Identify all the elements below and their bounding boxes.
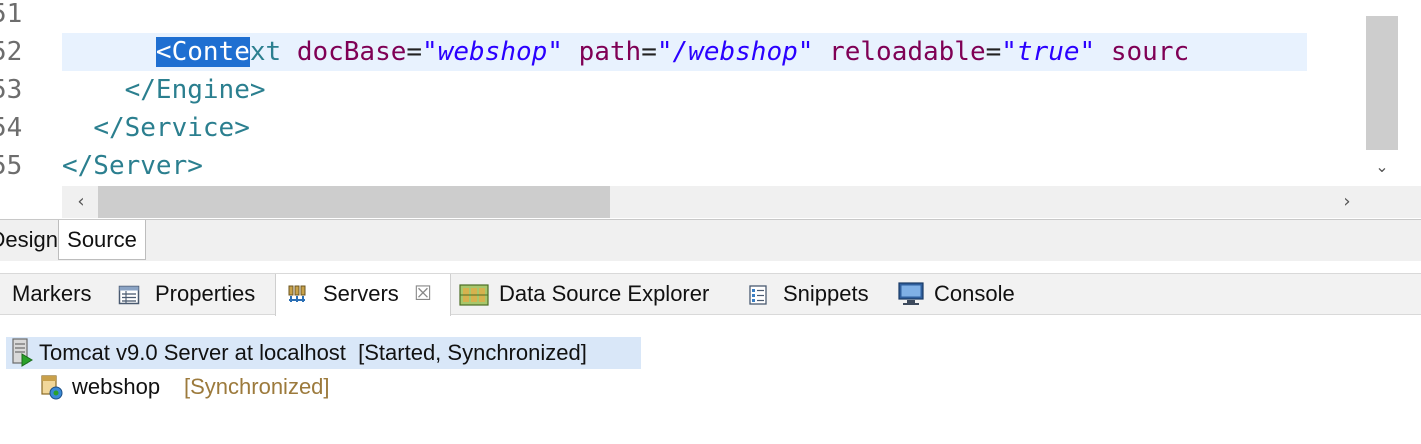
line-number: 55 [0, 151, 23, 181]
module-name[interactable]: webshop [72, 371, 160, 403]
code-token: "true" [1001, 37, 1096, 67]
scroll-left-icon[interactable]: ‹ [70, 190, 92, 214]
line-number: 54 [0, 113, 23, 143]
code-token: "webshop" [422, 37, 563, 67]
horizontal-scrollbar-thumb[interactable] [98, 186, 610, 218]
code-line[interactable]: </Service> [62, 109, 250, 147]
code-token: sourc [1110, 37, 1190, 67]
console-icon [898, 282, 924, 305]
scroll-down-icon[interactable]: ⌄ [1371, 156, 1393, 178]
snippets-icon [749, 285, 767, 305]
close-tab-icon[interactable]: ☒ [414, 274, 432, 314]
server-label[interactable]: Tomcat v9.0 Server at localhost [Started… [39, 337, 587, 369]
code-token: reloadable [829, 37, 986, 67]
line-number: 53 [0, 75, 23, 105]
code-line[interactable]: <Context docBase="webshop" path="/websho… [62, 33, 1189, 71]
module-sync-status: [Synchronized] [184, 374, 330, 399]
line-number: 52 [0, 37, 23, 67]
tab-console[interactable]: Console [886, 274, 1036, 315]
tab-servers[interactable]: Servers ☒ [275, 274, 451, 316]
selected-code-token: <Conte [155, 37, 250, 67]
code-token: path [578, 37, 642, 67]
code-line[interactable]: </Server> [62, 147, 203, 185]
data-source-explorer-icon [459, 284, 489, 306]
tab-label: Servers [323, 281, 399, 306]
tab-label: Properties [155, 281, 256, 306]
view-tab-bar: Markers Properties Servers ☒ Data Source… [0, 273, 1421, 316]
code-token: = [641, 37, 657, 67]
views-panel: Markers Properties Servers ☒ Data Source… [0, 261, 1421, 444]
code-token: </Engine> [124, 75, 266, 105]
code-token: </Service> [93, 113, 250, 143]
code-text-area[interactable]: <Context docBase="webshop" path="/websho… [62, 0, 1365, 186]
scrollbar-corner [1365, 186, 1421, 218]
tab-label: Markers [12, 281, 92, 306]
editor-mode-tabs: Design Source [0, 219, 1421, 261]
code-token: docBase [296, 37, 407, 67]
properties-icon [118, 285, 140, 305]
code-token: = [985, 37, 1002, 67]
code-token: "/webshop" [656, 37, 814, 67]
code-token: </Server> [62, 151, 203, 181]
tab-label: Data Source Explorer [499, 281, 710, 306]
tab-label: Snippets [783, 281, 869, 306]
tab-design[interactable]: Design [0, 220, 58, 260]
xml-source-editor[interactable]: 51 52 53 54 55 <Context docBase="webshop… [0, 0, 1421, 220]
tab-data-source-explorer[interactable]: Data Source Explorer [451, 274, 736, 315]
tab-label: Console [934, 281, 1015, 306]
tomcat-server-icon [12, 338, 33, 367]
web-module-icon [41, 375, 63, 400]
tab-snippets[interactable]: Snippets [736, 274, 886, 315]
scroll-right-icon[interactable]: › [1336, 190, 1358, 214]
vertical-scrollbar-thumb[interactable] [1366, 16, 1398, 150]
tab-source[interactable]: Source [58, 220, 146, 260]
code-token: xt [249, 37, 282, 67]
code-token: = [406, 37, 423, 67]
tab-properties[interactable]: Properties [110, 274, 275, 315]
line-number: 51 [0, 0, 23, 29]
code-line[interactable]: </Engine> [62, 71, 266, 109]
tab-markers[interactable]: Markers [0, 274, 110, 315]
servers-icon [288, 285, 306, 302]
line-number-gutter: 51 52 53 54 55 [0, 0, 62, 186]
